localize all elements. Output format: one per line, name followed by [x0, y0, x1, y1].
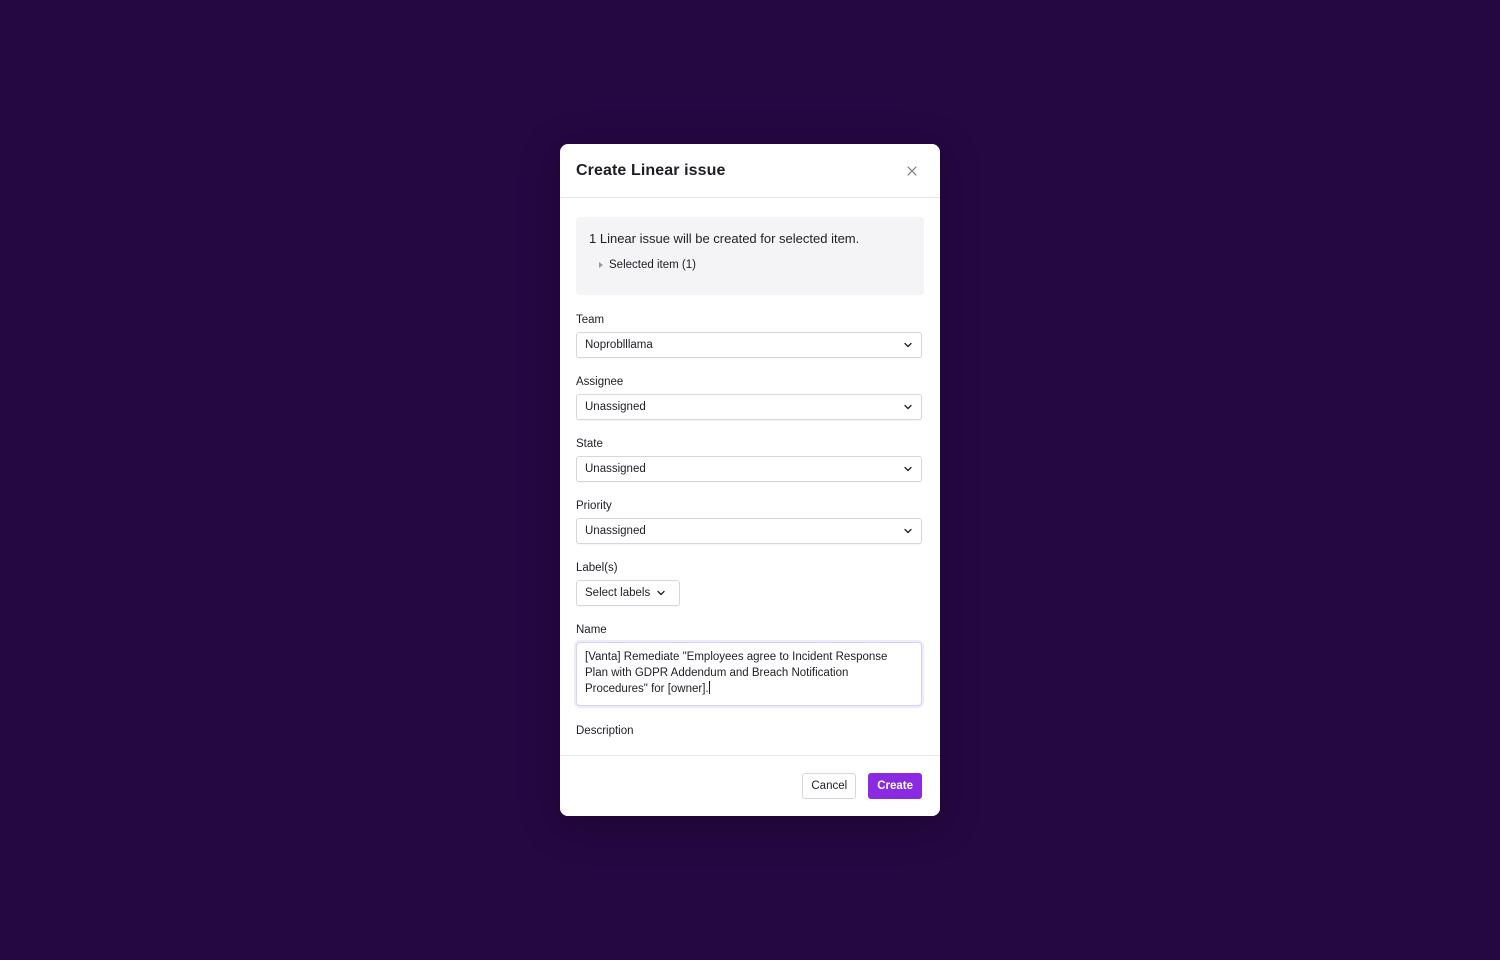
team-label: Team — [576, 314, 605, 326]
labels-field: Label(s) Select labels — [576, 562, 924, 606]
info-box: 1 Linear issue will be created for selec… — [576, 217, 924, 295]
chevron-down-icon — [904, 342, 912, 348]
name-field: Name [Vanta] Remediate "Employees agree … — [576, 624, 924, 706]
name-value: [Vanta] Remediate "Employees agree to In… — [585, 651, 888, 695]
assignee-select[interactable]: Unassigned — [576, 394, 922, 420]
priority-value: Unassigned — [585, 525, 646, 537]
labels-label: Label(s) — [576, 562, 618, 574]
state-field: State Unassigned — [576, 438, 924, 482]
priority-label: Priority — [576, 500, 612, 512]
create-button[interactable]: Create — [868, 773, 922, 799]
state-value: Unassigned — [585, 463, 646, 475]
assignee-value: Unassigned — [585, 401, 646, 413]
text-caret — [708, 681, 710, 694]
modal-footer: Cancel Create — [560, 755, 940, 816]
chevron-down-icon — [904, 528, 912, 534]
chevron-down-icon — [904, 466, 912, 472]
state-select[interactable]: Unassigned — [576, 456, 922, 482]
name-input[interactable]: [Vanta] Remediate "Employees agree to In… — [576, 642, 922, 706]
modal-header: Create Linear issue — [560, 144, 940, 198]
assignee-field: Assignee Unassigned — [576, 376, 924, 420]
modal-title: Create Linear issue — [576, 161, 726, 179]
team-value: Noproblllama — [585, 339, 653, 351]
priority-select[interactable]: Unassigned — [576, 518, 922, 544]
chevron-down-icon — [904, 404, 912, 410]
description-field: Description — [576, 725, 924, 737]
assignee-label: Assignee — [576, 376, 624, 388]
caret-right-icon — [599, 262, 603, 268]
selected-items-label: Selected item (1) — [609, 259, 696, 271]
info-message: 1 Linear issue will be created for selec… — [589, 231, 860, 246]
name-label: Name — [576, 624, 607, 636]
cancel-button[interactable]: Cancel — [802, 773, 857, 799]
priority-field: Priority Unassigned — [576, 500, 924, 544]
selected-items-toggle[interactable]: Selected item (1) — [599, 259, 911, 271]
description-label: Description — [576, 725, 634, 737]
labels-placeholder: Select labels — [585, 587, 651, 599]
create-linear-issue-modal: Create Linear issue 1 Linear issue will … — [560, 144, 940, 816]
team-select[interactable]: Noproblllama — [576, 332, 922, 358]
state-label: State — [576, 438, 603, 450]
modal-body: 1 Linear issue will be created for selec… — [560, 199, 940, 755]
close-icon — [907, 165, 917, 176]
team-field: Team Noproblllama — [576, 314, 924, 358]
labels-select[interactable]: Select labels — [576, 580, 680, 606]
chevron-down-icon — [657, 590, 665, 596]
close-button[interactable] — [902, 161, 922, 181]
